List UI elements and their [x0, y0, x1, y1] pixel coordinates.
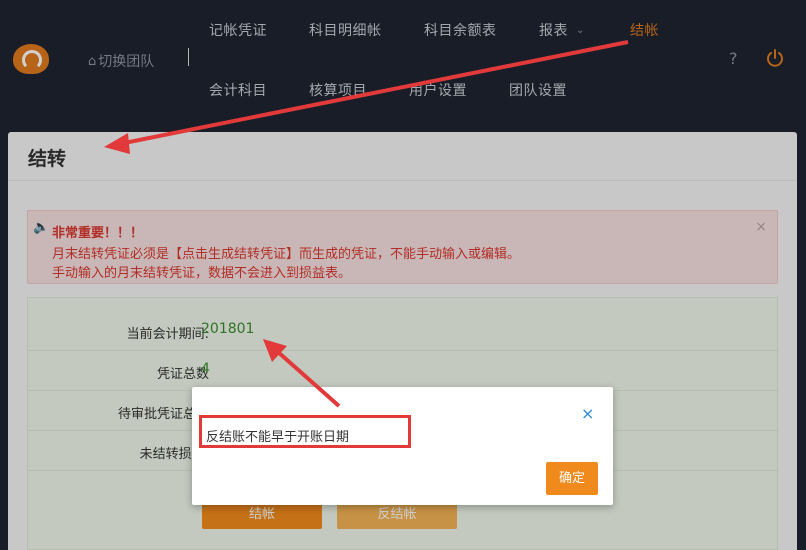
ok-button[interactable]: 确定 — [546, 462, 598, 495]
dialog-close-icon[interactable]: × — [581, 404, 594, 423]
annotation-highlight-box — [199, 415, 411, 448]
